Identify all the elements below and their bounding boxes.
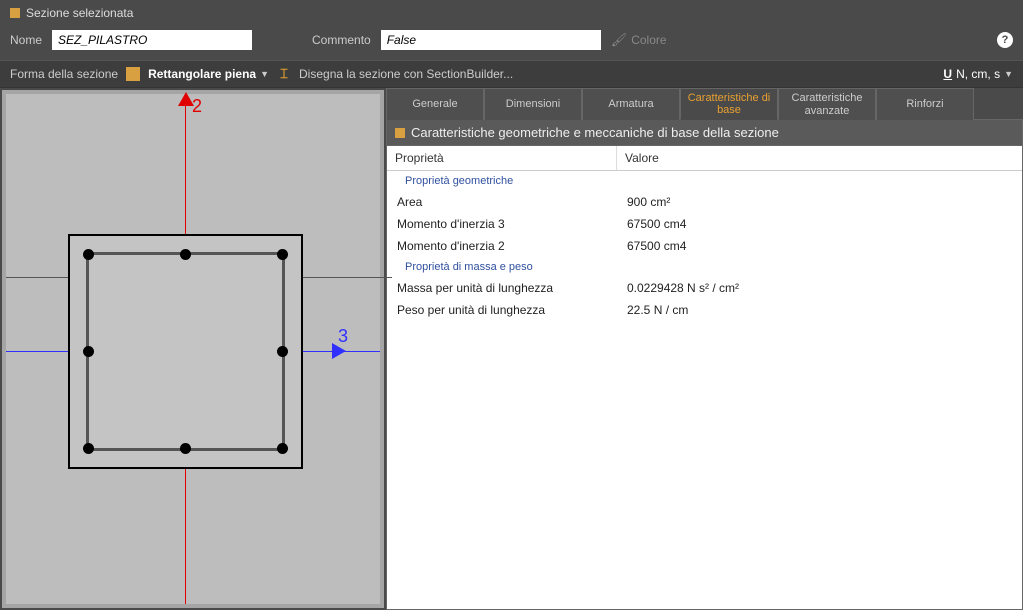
chevron-down-icon: ▼ — [260, 69, 269, 79]
tab-rinforzi[interactable]: Rinforzi — [876, 88, 974, 120]
prop-name: Area — [387, 193, 617, 211]
table-header: Proprietà Valore — [387, 146, 1022, 171]
name-label: Nome — [10, 33, 42, 47]
table-row[interactable]: Area 900 cm² — [387, 191, 1022, 213]
table-row[interactable]: Momento d'inerzia 2 67500 cm4 — [387, 235, 1022, 257]
table-row[interactable]: Peso per unità di lunghezza 22.5 N / cm — [387, 299, 1022, 321]
group-mass: Proprietà di massa e peso — [387, 257, 1022, 277]
main-area: 3 2 Generale Dimensioni Armatura Caratte… — [0, 88, 1023, 610]
color-picker[interactable]: 🖌 Colore — [611, 32, 667, 48]
axis-2-label: 2 — [192, 96, 202, 117]
units-label: N, cm, s — [956, 67, 1000, 81]
shape-dropdown-label: Rettangolare piena — [148, 67, 256, 81]
paint-icon: 🖌 — [611, 32, 628, 48]
tab-generale[interactable]: Generale — [386, 88, 484, 120]
panel-header: Caratteristiche geometriche e meccaniche… — [386, 120, 1023, 146]
tab-caratteristiche-avanzate[interactable]: Caratteristiche avanzate — [778, 88, 876, 120]
prop-value: 67500 cm4 — [617, 237, 1022, 255]
units-dropdown[interactable]: U N, cm, s ▼ — [943, 67, 1013, 81]
prop-name: Massa per unità di lunghezza — [387, 279, 617, 297]
comment-input[interactable] — [381, 30, 601, 50]
prop-value: 0.0229428 N s² / cm² — [617, 279, 1022, 297]
color-label: Colore — [631, 33, 666, 47]
help-icon[interactable]: ? — [997, 32, 1013, 48]
shape-label: Forma della sezione — [10, 67, 118, 81]
rebar-dot — [277, 346, 288, 357]
column-value[interactable]: Valore — [617, 146, 1022, 170]
table-row[interactable]: Massa per unità di lunghezza 0.0229428 N… — [387, 277, 1022, 299]
comment-label: Commento — [312, 33, 371, 47]
section-viewport[interactable]: 3 2 — [0, 88, 386, 610]
group-geometric: Proprietà geometriche — [387, 171, 1022, 191]
toolbar: Forma della sezione Rettangolare piena ▼… — [0, 60, 1023, 88]
prop-value: 67500 cm4 — [617, 215, 1022, 233]
rebar-dot — [277, 249, 288, 260]
tab-caratteristiche-base[interactable]: Caratteristiche di base — [680, 88, 778, 120]
tab-bar: Generale Dimensioni Armatura Caratterist… — [386, 88, 1023, 120]
table-row[interactable]: Momento d'inerzia 3 67500 cm4 — [387, 213, 1022, 235]
viewport-canvas: 3 2 — [6, 94, 380, 604]
prop-name: Momento d'inerzia 2 — [387, 237, 617, 255]
shape-rectangle-icon — [126, 67, 140, 81]
rebar-dot — [83, 443, 94, 454]
window-title: Sezione selezionata — [26, 6, 133, 20]
prop-value: 22.5 N / cm — [617, 301, 1022, 319]
properties-panel: Generale Dimensioni Armatura Caratterist… — [386, 88, 1023, 610]
sectionbuilder-icon: ⌶ — [277, 67, 291, 81]
rebar-dot — [180, 249, 191, 260]
form-row: Nome Commento 🖌 Colore ? — [0, 26, 1023, 60]
name-input[interactable] — [52, 30, 252, 50]
rebar-dot — [83, 249, 94, 260]
prop-name: Momento d'inerzia 3 — [387, 215, 617, 233]
panel-icon — [395, 128, 405, 138]
units-icon: U — [943, 67, 952, 81]
rebar-dot — [180, 443, 191, 454]
shape-dropdown[interactable]: Rettangolare piena ▼ — [148, 67, 269, 81]
axis-3-label: 3 — [338, 326, 348, 347]
tab-armatura[interactable]: Armatura — [582, 88, 680, 120]
properties-table: Proprietà Valore Proprietà geometriche A… — [386, 146, 1023, 610]
chevron-down-icon: ▼ — [1004, 69, 1013, 79]
window-icon — [10, 8, 20, 18]
title-bar: Sezione selezionata — [0, 0, 1023, 26]
section-reinforcement-box — [86, 252, 285, 451]
panel-title: Caratteristiche geometriche e meccaniche… — [411, 125, 779, 140]
sectionbuilder-button[interactable]: Disegna la sezione con SectionBuilder... — [299, 67, 513, 81]
column-property[interactable]: Proprietà — [387, 146, 617, 170]
prop-name: Peso per unità di lunghezza — [387, 301, 617, 319]
tab-dimensioni[interactable]: Dimensioni — [484, 88, 582, 120]
rebar-dot — [83, 346, 94, 357]
prop-value: 900 cm² — [617, 193, 1022, 211]
rebar-dot — [277, 443, 288, 454]
